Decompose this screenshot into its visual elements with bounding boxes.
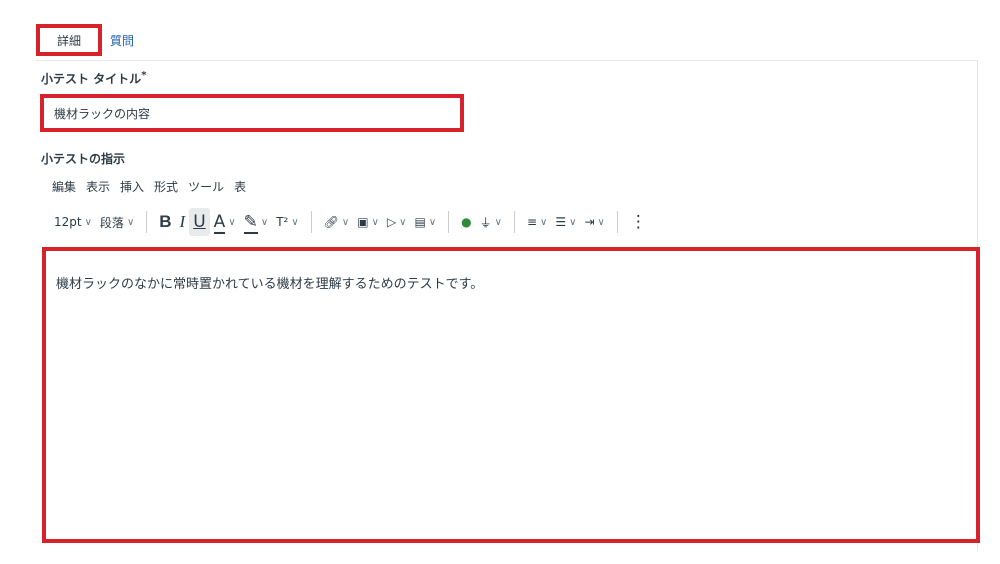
chevron-down-icon: ∨ (126, 216, 135, 228)
paragraph-select[interactable]: 段落 ∨ (96, 208, 138, 236)
toolbar-separator (448, 211, 450, 233)
underline-button[interactable]: U (189, 208, 210, 236)
chevron-down-icon: ∨ (291, 216, 299, 228)
required-mark: * (141, 70, 147, 81)
font-size-value: 12pt (54, 215, 82, 229)
menu-view[interactable]: 表示 (86, 178, 110, 195)
quiz-title-input[interactable] (40, 94, 464, 132)
quiz-title-label: 小テスト タイトル* (41, 70, 146, 87)
toolbar-separator (513, 211, 515, 233)
menu-insert[interactable]: 挿入 (120, 178, 144, 195)
editor-toolbar: 12pt ∨ 段落 ∨ B I U A ∨ ✎ ∨ T² ∨ 🔗︎ ∨ ▣ ∨ ▷ ∨ ▤ ∨ ●… (50, 206, 651, 238)
chevron-down-icon: ∨ (228, 216, 236, 228)
highlighter-icon: ✎ (243, 212, 259, 234)
indent-button[interactable]: ⇥ ∨ (580, 208, 608, 236)
font-size-select[interactable]: 12pt ∨ (50, 208, 96, 236)
tab-divider (36, 60, 978, 61)
bold-button[interactable]: B (155, 208, 175, 236)
plugin-button[interactable]: ⏚ ∨ (476, 208, 506, 236)
toolbar-separator (616, 211, 618, 233)
chevron-down-icon: ∨ (540, 216, 548, 228)
chevron-down-icon: ∨ (569, 216, 577, 228)
menu-format[interactable]: 形式 (154, 178, 178, 195)
tab-questions[interactable]: 質問 (110, 32, 134, 49)
document-icon: ▤ (414, 215, 426, 229)
align-left-icon: ≡ (526, 215, 538, 229)
chevron-down-icon: ∨ (341, 216, 350, 228)
apps-icon: ● (461, 215, 472, 229)
quiz-title-label-text: 小テスト タイトル (41, 72, 142, 86)
chevron-down-icon: ∨ (494, 216, 502, 228)
toolbar-separator (310, 211, 312, 233)
menu-tools[interactable]: ツール (188, 178, 224, 195)
more-vertical-icon: ⋮ (629, 212, 647, 232)
list-button[interactable]: ☰ ∨ (551, 208, 580, 236)
rich-text-editor[interactable]: 機材ラックのなかに常時置かれている機材を理解するためのテストです。 (42, 247, 980, 543)
superscript-icon: T² (276, 215, 289, 229)
menu-edit[interactable]: 編集 (52, 178, 76, 195)
toolbar-separator (146, 211, 148, 233)
apps-button[interactable]: ● (457, 208, 475, 236)
plug-icon: ⏚ (479, 215, 492, 230)
align-button[interactable]: ≡ ∨ (523, 208, 551, 236)
highlight-color-button[interactable]: ✎ ∨ (240, 208, 273, 236)
indent-icon: ⇥ (584, 215, 595, 229)
tab-details[interactable]: 詳細 (36, 24, 102, 56)
text-color-icon: A (213, 212, 226, 234)
link-button[interactable]: 🔗︎ ∨ (320, 208, 354, 236)
media-icon: ▷ (386, 215, 397, 229)
link-icon: 🔗︎ (323, 215, 339, 229)
document-button[interactable]: ▤ ∨ (410, 208, 440, 236)
editor-content[interactable]: 機材ラックのなかに常時置かれている機材を理解するためのテストです。 (56, 273, 483, 292)
underline-icon: U (193, 212, 206, 232)
chevron-down-icon: ∨ (597, 216, 605, 228)
more-options-button[interactable]: ⋮ (626, 208, 651, 236)
chevron-down-icon: ∨ (84, 216, 92, 228)
chevron-down-icon: ∨ (399, 216, 407, 228)
chevron-down-icon: ∨ (428, 216, 437, 228)
tab-bar: 詳細 質問 (36, 24, 134, 56)
editor-menubar: 編集 表示 挿入 形式 ツール 表 (52, 178, 256, 195)
image-button[interactable]: ▣ ∨ (353, 208, 383, 236)
text-color-button[interactable]: A ∨ (210, 208, 240, 236)
quiz-instructions-label: 小テストの指示 (41, 152, 126, 166)
chevron-down-icon: ∨ (371, 216, 379, 228)
chevron-down-icon: ∨ (260, 216, 269, 228)
menu-table[interactable]: 表 (234, 178, 246, 195)
italic-button[interactable]: I (176, 208, 190, 236)
paragraph-value: 段落 (99, 215, 124, 230)
media-button[interactable]: ▷ ∨ (383, 208, 411, 236)
image-icon: ▣ (357, 215, 369, 229)
bulleted-list-icon: ☰ (555, 215, 567, 229)
superscript-button[interactable]: T² ∨ (272, 208, 302, 236)
